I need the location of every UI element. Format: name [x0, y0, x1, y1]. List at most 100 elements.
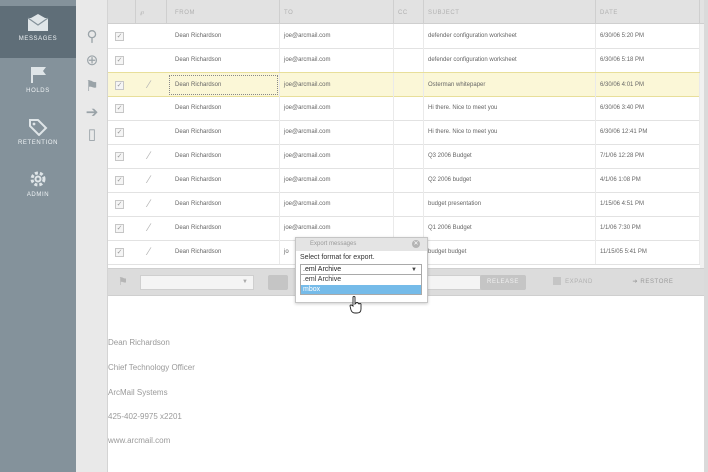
flag-icon [31, 67, 46, 83]
row-checkbox[interactable]: ✓ [115, 152, 124, 161]
arrow-right-icon: ➔ [632, 279, 639, 285]
checkbox-column-header[interactable] [108, 0, 136, 24]
from-cell: Dean Richardson [167, 144, 280, 168]
table-row[interactable]: ✓ Dean Richardson joe@arcmail.com Hi there.… [108, 96, 704, 121]
signature-name: Dean Richardson [108, 338, 170, 347]
to-cell: joe@arcmail.com [280, 24, 394, 48]
chevron-down-icon: ▼ [411, 267, 417, 273]
subject-cell: Hi there. Nice to meet you [424, 96, 596, 120]
date-cell: 6/30/06 4:01 PM [596, 73, 700, 97]
table-row[interactable]: ✓ Dean Richardson joe@arcmail.com Hi there.… [108, 120, 704, 145]
row-checkbox[interactable]: ✓ [115, 32, 124, 41]
row-checkbox[interactable]: ✓ [115, 248, 124, 257]
flag-icon[interactable]: ⚑ [83, 78, 101, 96]
expand-label: EXPAND [565, 279, 593, 285]
from-cell: Dean Richardson [167, 168, 280, 192]
tag-icon [29, 119, 48, 136]
forward-arrow-icon[interactable]: ➔ [83, 104, 101, 122]
column-header-cc[interactable]: CC [394, 0, 424, 24]
zoom-in-icon[interactable]: ⊕ [83, 52, 101, 70]
nav-item-holds[interactable]: HOLDS [0, 58, 76, 110]
subject-cell: Q3 2006 Budget [424, 144, 596, 168]
hold-select[interactable]: ▼ [140, 275, 254, 290]
dialog-title: Export messages [310, 241, 357, 247]
cc-cell [394, 96, 424, 120]
column-header-subject[interactable]: SUBJECT [424, 0, 596, 24]
table-row[interactable]: ✓ Dean Richardson joe@arcmail.com defender … [108, 24, 704, 49]
gear-icon [30, 171, 46, 187]
row-checkbox[interactable]: ✓ [115, 56, 124, 65]
table-row[interactable]: ✓ ∕ Dean Richardson joe@arcmail.com budget p… [108, 192, 704, 217]
paperclip-icon: ∕ [148, 198, 150, 210]
subject-cell: Hi there. Nice to meet you [424, 120, 596, 144]
from-cell: Dean Richardson [167, 120, 280, 144]
attachment-column-header[interactable]: ℘ [136, 0, 167, 24]
dialog-title-bar[interactable]: Export messages ✕ [296, 238, 427, 251]
subject-cell: Q2 2006 budget [424, 168, 596, 192]
export-format-select[interactable]: .eml Archive ▼ [300, 264, 422, 275]
table-row[interactable]: ✓ ∕ Dean Richardson joe@arcmail.com Q2 2006 … [108, 168, 704, 193]
table-row[interactable]: ✓ Dean Richardson joe@arcmail.com defender … [108, 48, 704, 73]
nav-item-admin[interactable]: ADMIN [0, 162, 76, 214]
row-checkbox[interactable]: ✓ [115, 200, 124, 209]
from-cell: Dean Richardson [167, 24, 280, 48]
to-cell: joe@arcmail.com [280, 48, 394, 72]
signature-title: Chief Technology Officer [108, 363, 195, 372]
table-header: ℘ FROM TO CC SUBJECT DATE [108, 0, 704, 24]
date-cell: 6/30/06 5:18 PM [596, 48, 700, 72]
row-checkbox[interactable]: ✓ [115, 224, 124, 233]
column-header-to[interactable]: TO [280, 0, 394, 24]
message-preview: Dean Richardson Chief Technology Officer… [108, 296, 704, 472]
row-checkbox[interactable]: ✓ [115, 104, 124, 113]
paperclip-icon: ∕ [148, 79, 150, 91]
subject-cell: Osterman whitepaper [424, 73, 596, 97]
export-format-value: .eml Archive [303, 266, 342, 273]
nav-item-messages[interactable]: MESSAGES [0, 6, 76, 58]
signature-company: ArcMail Systems [108, 388, 168, 397]
restore-button[interactable]: ➔ RESTORE [618, 275, 688, 290]
export-prompt: Select format for export. [300, 254, 375, 261]
signature-phone: 425-402-9975 x2201 [108, 412, 182, 421]
paperclip-icon: ℘ [140, 10, 145, 16]
window-scrollbar[interactable] [704, 0, 708, 472]
nav-label-admin: ADMIN [26, 192, 50, 198]
flag-icon[interactable]: ⚑ [118, 276, 130, 288]
nav-label-messages: MESSAGES [18, 36, 58, 42]
row-checkbox[interactable]: ✓ [115, 176, 124, 185]
date-cell: 6/30/06 12:41 PM [596, 120, 700, 144]
table-row[interactable]: ✓ ∕ Dean Richardson joe@arcmail.com Osterman… [108, 72, 704, 97]
close-icon[interactable]: ✕ [412, 240, 420, 248]
table-row[interactable]: ✓ ∕ Dean Richardson joe@arcmail.com Q3 2006 … [108, 144, 704, 169]
to-cell: joe@arcmail.com [280, 144, 394, 168]
from-cell: Dean Richardson [167, 192, 280, 216]
hand-cursor-icon [349, 296, 362, 314]
date-cell: 6/30/06 3:40 PM [596, 96, 700, 120]
export-messages-dialog: Export messages ✕ Select format for expo… [295, 237, 428, 303]
date-cell: 11/15/05 5:41 PM [596, 240, 700, 264]
cc-cell [394, 73, 424, 97]
to-cell: joe@arcmail.com [280, 120, 394, 144]
paperclip-icon: ∕ [148, 174, 150, 186]
nav-label-retention: RETENTION [17, 140, 59, 146]
date-cell: 1/1/06 7:30 PM [596, 216, 700, 240]
signature-website[interactable]: www.arcmail.com [108, 436, 170, 445]
row-checkbox[interactable]: ✓ [115, 81, 124, 90]
document-icon[interactable]: ▯ [83, 126, 101, 144]
column-header-date[interactable]: DATE [596, 0, 700, 24]
restore-label: RESTORE [640, 279, 674, 285]
date-cell: 1/15/06 4:51 PM [596, 192, 700, 216]
export-option-eml[interactable]: .eml Archive [300, 275, 422, 285]
cc-cell [394, 24, 424, 48]
expand-button[interactable]: EXPAND [544, 275, 602, 290]
export-option-mbox[interactable]: mbox [300, 285, 422, 295]
main-nav: MESSAGES HOLDS RETENTION ADMIN [0, 0, 76, 472]
search-icon[interactable]: ⚲ [83, 28, 101, 46]
date-cell: 7/1/06 12:28 PM [596, 144, 700, 168]
release-button[interactable]: RELEASE [480, 275, 526, 290]
cc-cell [394, 168, 424, 192]
column-header-from[interactable]: FROM [167, 0, 280, 24]
apply-hold-button[interactable] [268, 275, 288, 290]
paperclip-icon: ∕ [148, 246, 150, 258]
nav-item-retention[interactable]: RETENTION [0, 110, 76, 162]
row-checkbox[interactable]: ✓ [115, 128, 124, 137]
